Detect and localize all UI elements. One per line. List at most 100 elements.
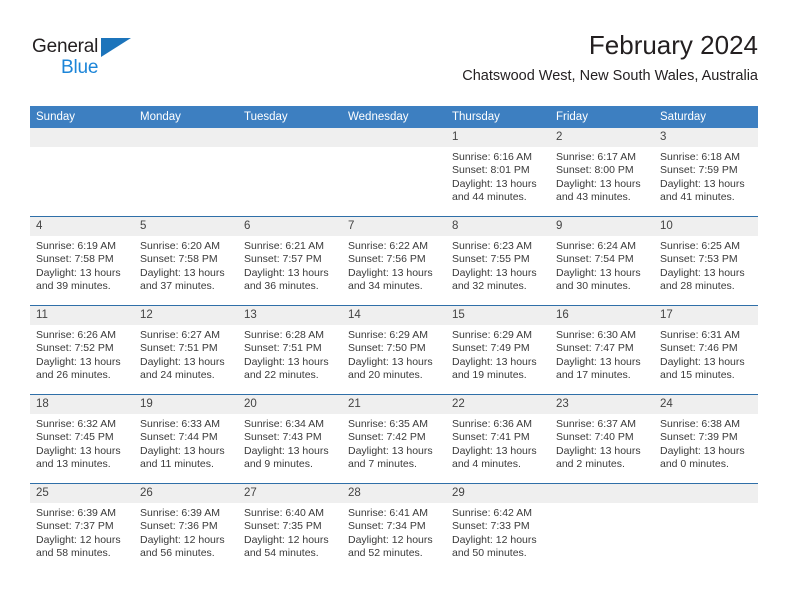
calendar-day-cell[interactable]: 7 Sunrise: 6:22 AM Sunset: 7:56 PM Daylight… <box>342 216 446 306</box>
sunrise-text: Sunrise: 6:39 AM <box>140 507 220 519</box>
daylight-text: Daylight: 12 hours and 58 minutes. <box>36 533 121 559</box>
day-number: 28 <box>342 484 446 503</box>
day-box: 8 Sunrise: 6:23 AM Sunset: 7:55 PM Daylight… <box>446 217 550 305</box>
calendar-day-cell[interactable]: 27 Sunrise: 6:40 AM Sunset: 7:35 PM Dayligh… <box>238 483 342 572</box>
calendar-day-cell[interactable]: 3 Sunrise: 6:18 AM Sunset: 7:59 PM Daylight… <box>654 128 758 217</box>
day-box: 6 Sunrise: 6:21 AM Sunset: 7:57 PM Daylight… <box>238 217 342 305</box>
calendar-day-cell[interactable]: 17 Sunrise: 6:31 AM Sunset: 7:46 PM Dayligh… <box>654 305 758 395</box>
daylight-text: Daylight: 13 hours and 4 minutes. <box>452 444 537 470</box>
daylight-text: Daylight: 12 hours and 52 minutes. <box>348 533 433 559</box>
day-sun-info: Sunrise: 6:36 AM Sunset: 7:41 PM Daylight:… <box>446 414 550 471</box>
calendar-day-cell[interactable]: 8 Sunrise: 6:23 AM Sunset: 7:55 PM Daylight… <box>446 216 550 306</box>
calendar-day-cell[interactable]: 5 Sunrise: 6:20 AM Sunset: 7:58 PM Daylight… <box>134 216 238 306</box>
sunrise-text: Sunrise: 6:35 AM <box>348 418 428 430</box>
day-sun-info: Sunrise: 6:16 AM Sunset: 8:01 PM Daylight:… <box>446 147 550 204</box>
calendar-day-cell[interactable]: 10 Sunrise: 6:25 AM Sunset: 7:53 PM Dayligh… <box>654 216 758 306</box>
day-box <box>30 128 134 216</box>
weekday-header-friday: Friday <box>550 106 654 128</box>
calendar-day-cell[interactable]: 9 Sunrise: 6:24 AM Sunset: 7:54 PM Daylight… <box>550 216 654 306</box>
day-number: 2 <box>550 128 654 147</box>
calendar-body: 1 Sunrise: 6:16 AM Sunset: 8:01 PM Daylight… <box>30 128 758 572</box>
day-box: 14 Sunrise: 6:29 AM Sunset: 7:50 PM Dayligh… <box>342 306 446 394</box>
day-box: 24 Sunrise: 6:38 AM Sunset: 7:39 PM Dayligh… <box>654 395 758 483</box>
calendar-week-row: 1 Sunrise: 6:16 AM Sunset: 8:01 PM Daylight… <box>30 128 758 217</box>
sunset-text: Sunset: 7:40 PM <box>556 431 634 444</box>
sunset-text: Sunset: 7:52 PM <box>36 342 114 355</box>
calendar-day-cell[interactable]: 18 Sunrise: 6:32 AM Sunset: 7:45 PM Dayligh… <box>30 394 134 484</box>
weekday-header-monday: Monday <box>134 106 238 128</box>
daylight-text: Daylight: 13 hours and 2 minutes. <box>556 444 641 470</box>
day-box: 13 Sunrise: 6:28 AM Sunset: 7:51 PM Dayligh… <box>238 306 342 394</box>
daylight-text: Daylight: 13 hours and 24 minutes. <box>140 355 225 381</box>
calendar-day-cell[interactable]: 20 Sunrise: 6:34 AM Sunset: 7:43 PM Dayligh… <box>238 394 342 484</box>
weekday-header-row: Sunday Monday Tuesday Wednesday Thursday… <box>30 106 758 128</box>
day-number: 18 <box>30 395 134 414</box>
weekday-header-sunday: Sunday <box>30 106 134 128</box>
sunset-text: Sunset: 7:39 PM <box>660 431 738 444</box>
calendar-day-cell[interactable]: 4 Sunrise: 6:19 AM Sunset: 7:58 PM Daylight… <box>30 216 134 306</box>
calendar-day-cell[interactable]: 24 Sunrise: 6:38 AM Sunset: 7:39 PM Dayligh… <box>654 394 758 484</box>
sunrise-text: Sunrise: 6:38 AM <box>660 418 740 430</box>
calendar-day-cell[interactable]: 15 Sunrise: 6:29 AM Sunset: 7:49 PM Dayligh… <box>446 305 550 395</box>
calendar-day-cell[interactable]: 14 Sunrise: 6:29 AM Sunset: 7:50 PM Dayligh… <box>342 305 446 395</box>
day-sun-info: Sunrise: 6:35 AM Sunset: 7:42 PM Daylight:… <box>342 414 446 471</box>
day-number <box>238 128 342 147</box>
calendar-day-cell[interactable]: 19 Sunrise: 6:33 AM Sunset: 7:44 PM Dayligh… <box>134 394 238 484</box>
calendar-day-cell[interactable]: 22 Sunrise: 6:36 AM Sunset: 7:41 PM Dayligh… <box>446 394 550 484</box>
day-box: 20 Sunrise: 6:34 AM Sunset: 7:43 PM Dayligh… <box>238 395 342 483</box>
weekday-header-saturday: Saturday <box>654 106 758 128</box>
day-box: 18 Sunrise: 6:32 AM Sunset: 7:45 PM Dayligh… <box>30 395 134 483</box>
sunrise-text: Sunrise: 6:37 AM <box>556 418 636 430</box>
calendar-day-cell[interactable]: 28 Sunrise: 6:41 AM Sunset: 7:34 PM Dayligh… <box>342 483 446 572</box>
day-box: 9 Sunrise: 6:24 AM Sunset: 7:54 PM Daylight… <box>550 217 654 305</box>
day-box: 4 Sunrise: 6:19 AM Sunset: 7:58 PM Daylight… <box>30 217 134 305</box>
calendar-day-cell[interactable]: 21 Sunrise: 6:35 AM Sunset: 7:42 PM Dayligh… <box>342 394 446 484</box>
weekday-header-thursday: Thursday <box>446 106 550 128</box>
sunset-text: Sunset: 7:59 PM <box>660 164 738 177</box>
day-number <box>654 484 758 503</box>
calendar-day-cell[interactable]: 6 Sunrise: 6:21 AM Sunset: 7:57 PM Daylight… <box>238 216 342 306</box>
logo-text-general: General <box>32 36 99 57</box>
calendar-day-cell[interactable]: 25 Sunrise: 6:39 AM Sunset: 7:37 PM Dayligh… <box>30 483 134 572</box>
daylight-text: Daylight: 13 hours and 9 minutes. <box>244 444 329 470</box>
daylight-text: Daylight: 13 hours and 19 minutes. <box>452 355 537 381</box>
sunset-text: Sunset: 7:56 PM <box>348 253 426 266</box>
calendar-day-cell[interactable]: 29 Sunrise: 6:42 AM Sunset: 7:33 PM Dayligh… <box>446 483 550 572</box>
calendar-day-cell[interactable]: 11 Sunrise: 6:26 AM Sunset: 7:52 PM Dayligh… <box>30 305 134 395</box>
calendar-day-cell[interactable]: 26 Sunrise: 6:39 AM Sunset: 7:36 PM Dayligh… <box>134 483 238 572</box>
calendar-day-cell[interactable]: 23 Sunrise: 6:37 AM Sunset: 7:40 PM Dayligh… <box>550 394 654 484</box>
day-box: 1 Sunrise: 6:16 AM Sunset: 8:01 PM Daylight… <box>446 128 550 216</box>
sunrise-text: Sunrise: 6:27 AM <box>140 329 220 341</box>
sunset-text: Sunset: 7:33 PM <box>452 520 530 533</box>
general-blue-logo: General Blue <box>32 36 152 84</box>
day-sun-info: Sunrise: 6:37 AM Sunset: 7:40 PM Daylight:… <box>550 414 654 471</box>
sunrise-text: Sunrise: 6:29 AM <box>452 329 532 341</box>
sunrise-sunset-calendar-table: Sunday Monday Tuesday Wednesday Thursday… <box>30 106 758 572</box>
day-sun-info: Sunrise: 6:32 AM Sunset: 7:45 PM Daylight:… <box>30 414 134 471</box>
page-title: February 2024 <box>588 30 758 60</box>
calendar-day-cell[interactable]: 16 Sunrise: 6:30 AM Sunset: 7:47 PM Dayligh… <box>550 305 654 395</box>
day-sun-info: Sunrise: 6:30 AM Sunset: 7:47 PM Daylight:… <box>550 325 654 382</box>
calendar-day-cell[interactable]: 12 Sunrise: 6:27 AM Sunset: 7:51 PM Dayligh… <box>134 305 238 395</box>
day-box: 21 Sunrise: 6:35 AM Sunset: 7:42 PM Dayligh… <box>342 395 446 483</box>
day-number <box>134 128 238 147</box>
day-number: 14 <box>342 306 446 325</box>
sunset-text: Sunset: 7:54 PM <box>556 253 634 266</box>
sunset-text: Sunset: 7:58 PM <box>36 253 114 266</box>
calendar-week-row: 11 Sunrise: 6:26 AM Sunset: 7:52 PM Dayligh… <box>30 305 758 395</box>
calendar-day-cell[interactable]: 1 Sunrise: 6:16 AM Sunset: 8:01 PM Daylight… <box>446 128 550 217</box>
sunset-text: Sunset: 7:51 PM <box>244 342 322 355</box>
day-number: 20 <box>238 395 342 414</box>
day-sun-info: Sunrise: 6:25 AM Sunset: 7:53 PM Daylight:… <box>654 236 758 293</box>
calendar-day-cell-empty <box>134 128 238 217</box>
daylight-text: Daylight: 13 hours and 11 minutes. <box>140 444 225 470</box>
day-number: 13 <box>238 306 342 325</box>
calendar-day-cell[interactable]: 13 Sunrise: 6:28 AM Sunset: 7:51 PM Dayligh… <box>238 305 342 395</box>
day-box <box>550 484 654 572</box>
calendar-week-row: 4 Sunrise: 6:19 AM Sunset: 7:58 PM Daylight… <box>30 216 758 306</box>
logo-triangle-icon <box>101 38 131 57</box>
day-sun-info: Sunrise: 6:24 AM Sunset: 7:54 PM Daylight:… <box>550 236 654 293</box>
calendar-day-cell[interactable]: 2 Sunrise: 6:17 AM Sunset: 8:00 PM Daylight… <box>550 128 654 217</box>
day-number: 4 <box>30 217 134 236</box>
day-box: 10 Sunrise: 6:25 AM Sunset: 7:53 PM Dayligh… <box>654 217 758 305</box>
